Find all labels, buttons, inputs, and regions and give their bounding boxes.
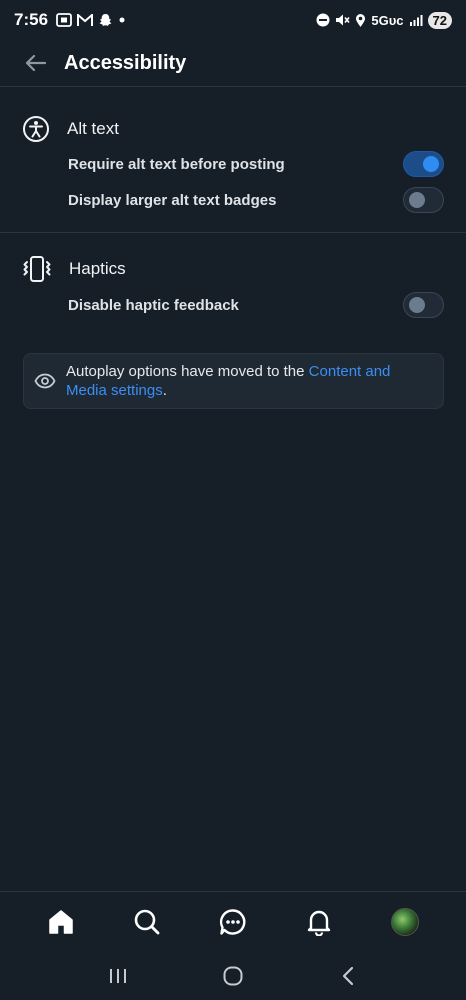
dot-icon <box>119 17 125 23</box>
tab-search[interactable] <box>125 900 169 944</box>
toggle-knob <box>409 297 425 313</box>
disable-haptics-row[interactable]: Disable haptic feedback <box>68 289 444 321</box>
tab-home[interactable] <box>39 900 83 944</box>
alt-text-title: Alt text <box>67 119 119 138</box>
toggle-knob <box>409 192 425 208</box>
haptics-section-header: Haptics <box>22 255 126 283</box>
page-title: Accessibility <box>64 51 187 74</box>
status-right: 5Gᴜᴄ 72 <box>316 11 452 29</box>
gmail-icon <box>77 13 94 26</box>
battery-indicator: 72 <box>427 11 452 29</box>
alt-text-section-header: Alt text <box>22 115 119 143</box>
disable-haptics-label: Disable haptic feedback <box>68 296 239 314</box>
larger-alt-badges-row[interactable]: Display larger alt text badges <box>68 184 444 216</box>
require-alt-text-label: Require alt text before posting <box>68 155 285 173</box>
back-arrow-icon <box>25 54 46 72</box>
messages-icon <box>219 908 246 935</box>
recents-icon <box>109 968 126 983</box>
home-circle-icon <box>223 966 243 985</box>
tab-messages[interactable] <box>211 900 255 944</box>
avatar <box>391 907 419 936</box>
screenshot-icon <box>56 13 72 27</box>
system-nav-bar <box>0 951 466 1000</box>
home-icon <box>49 909 73 934</box>
snapchat-icon <box>99 13 112 26</box>
tab-profile[interactable] <box>383 900 427 944</box>
search-icon <box>134 909 160 934</box>
back-button[interactable] <box>20 48 50 78</box>
autoplay-notice-text: Autoplay options have moved to the Conte… <box>66 362 426 400</box>
haptics-title: Haptics <box>69 259 126 278</box>
network-label: 5Gᴜᴄ <box>371 12 404 28</box>
signal-icon <box>409 15 423 26</box>
require-alt-text-row[interactable]: Require alt text before posting <box>68 148 444 180</box>
status-left-icons <box>56 13 126 28</box>
tab-notifications[interactable] <box>297 900 341 944</box>
back-nav-button[interactable] <box>328 956 368 996</box>
accessibility-icon <box>23 116 49 142</box>
eye-icon <box>34 373 56 389</box>
bottom-tab-bar <box>0 891 466 951</box>
notice-suffix: . <box>162 382 167 399</box>
disable-haptics-toggle[interactable] <box>403 292 444 318</box>
status-time: 7:56 <box>14 10 49 29</box>
larger-alt-badges-label: Display larger alt text badges <box>68 191 277 209</box>
alt-text-section: Alt text Require alt text before posting… <box>0 88 466 233</box>
back-chevron-icon <box>343 966 354 985</box>
larger-alt-badges-toggle[interactable] <box>403 187 444 213</box>
app-header: Accessibility <box>0 40 466 87</box>
require-alt-text-toggle[interactable] <box>403 151 444 177</box>
haptics-section: Haptics Disable haptic feedback <box>0 233 466 338</box>
home-nav-button[interactable] <box>213 956 253 996</box>
notifications-icon <box>307 910 331 936</box>
recents-button[interactable] <box>98 956 138 996</box>
location-icon <box>356 13 366 27</box>
notice-text: Autoplay options have moved to the <box>66 363 309 380</box>
dnd-icon <box>316 13 330 27</box>
autoplay-notice: Autoplay options have moved to the Conte… <box>23 353 444 409</box>
toggle-knob <box>423 156 439 172</box>
phone-vibrate-icon <box>23 256 51 282</box>
mute-icon <box>336 14 351 26</box>
status-bar: 7:56 5Gᴜᴄ 72 <box>0 0 466 40</box>
